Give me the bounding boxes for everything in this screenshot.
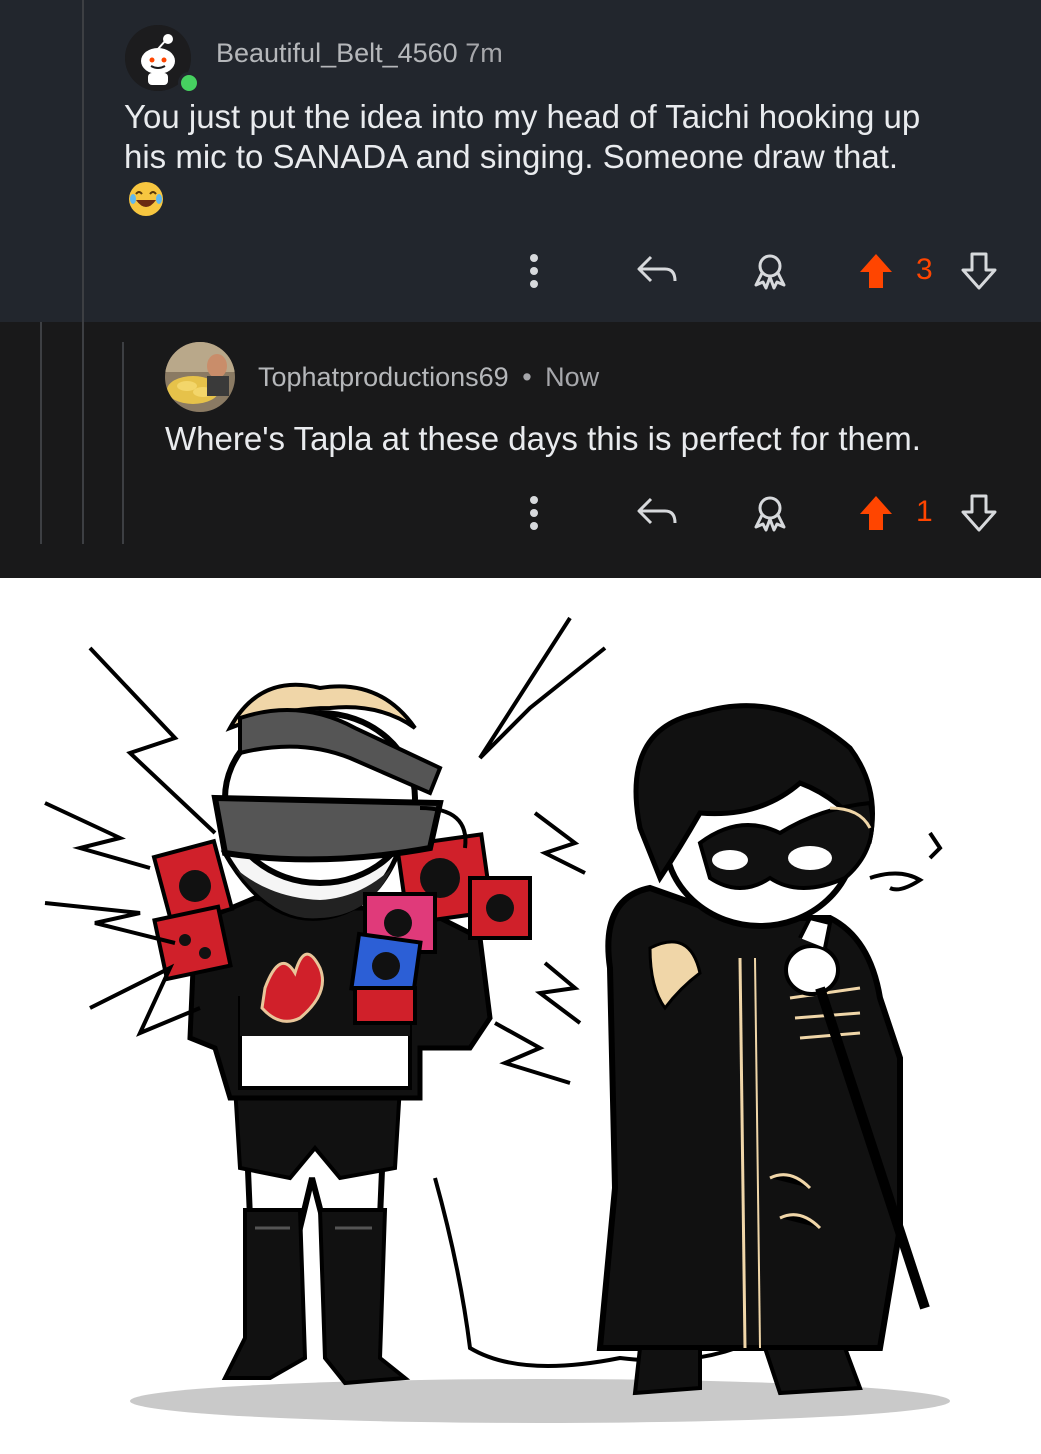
comment-actions: 3 bbox=[520, 251, 1010, 291]
comment-body-line: Where's Tapla at these days this is perf… bbox=[165, 420, 921, 457]
comment-body-line: his mic to SANADA and singing. Someone d… bbox=[124, 138, 899, 175]
comment-time: 7m bbox=[465, 38, 503, 68]
more-options-icon[interactable] bbox=[526, 493, 542, 533]
upvote-icon[interactable] bbox=[858, 251, 894, 291]
award-icon[interactable] bbox=[750, 251, 790, 291]
vote-score: 3 bbox=[916, 253, 933, 286]
comment-thread: Beautiful_Belt_4560 7m You just put the … bbox=[0, 0, 1041, 578]
illustration bbox=[0, 578, 1041, 1449]
comment-2: Tophatproductions69 • Now Where's Tapla … bbox=[0, 322, 1041, 578]
avatar-icon bbox=[165, 342, 235, 412]
comment-username[interactable]: Tophatproductions69 bbox=[258, 362, 509, 392]
thread-line[interactable] bbox=[40, 322, 42, 544]
comment-actions: 1 bbox=[520, 493, 1010, 533]
reply-icon[interactable] bbox=[635, 493, 679, 533]
thread-line[interactable] bbox=[122, 342, 124, 544]
award-icon[interactable] bbox=[750, 493, 790, 533]
comment-meta: Tophatproductions69 • Now bbox=[258, 362, 599, 393]
meta-separator: • bbox=[522, 362, 532, 392]
wrestler-cartoon-illustration bbox=[44, 616, 950, 1423]
thread-line[interactable] bbox=[82, 322, 84, 544]
comment-time: Now bbox=[545, 362, 600, 392]
thread-line[interactable] bbox=[82, 0, 84, 322]
reply-icon[interactable] bbox=[635, 251, 679, 291]
online-status-dot bbox=[178, 72, 200, 94]
comment-body: You just put the idea into my head of Ta… bbox=[124, 97, 920, 177]
downvote-icon[interactable] bbox=[960, 251, 998, 291]
comment-meta: Beautiful_Belt_4560 7m bbox=[216, 38, 503, 69]
user-avatar[interactable] bbox=[165, 342, 235, 412]
laughing-emoji-icon bbox=[129, 182, 163, 216]
more-options-icon[interactable] bbox=[526, 251, 542, 291]
upvote-icon[interactable] bbox=[858, 493, 894, 533]
vote-score: 1 bbox=[916, 495, 933, 528]
comment-username[interactable]: Beautiful_Belt_4560 bbox=[216, 38, 458, 68]
comment-body: Where's Tapla at these days this is perf… bbox=[165, 419, 921, 459]
downvote-icon[interactable] bbox=[960, 493, 998, 533]
comment-body-line: You just put the idea into my head of Ta… bbox=[124, 98, 921, 135]
comment-1: Beautiful_Belt_4560 7m You just put the … bbox=[0, 0, 1041, 322]
